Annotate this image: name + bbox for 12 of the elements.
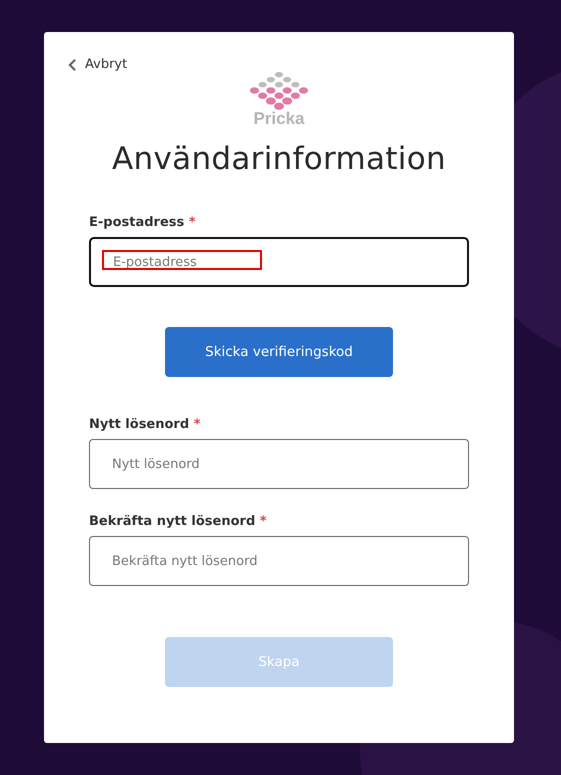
field-label: Nytt lösenord *: [89, 417, 202, 432]
send-code-button[interactable]: Skicka verifieringskod: [165, 327, 393, 377]
chevron-left-icon: [68, 58, 77, 72]
field-label: E-postadress *: [89, 215, 197, 230]
input-field[interactable]: Bekräfta nytt lösenord: [89, 536, 469, 586]
input-field[interactable]: E-postadress: [89, 237, 469, 287]
dot-grid-logo-icon: [247, 71, 311, 111]
input-field[interactable]: Nytt lösenord: [89, 439, 469, 489]
page-title: Användarinformation: [111, 141, 447, 177]
cancel-link[interactable]: Avbryt: [68, 57, 128, 72]
field-label: Bekräfta nytt lösenord *: [89, 514, 268, 529]
logo-wordmark: Pricka: [253, 109, 305, 129]
